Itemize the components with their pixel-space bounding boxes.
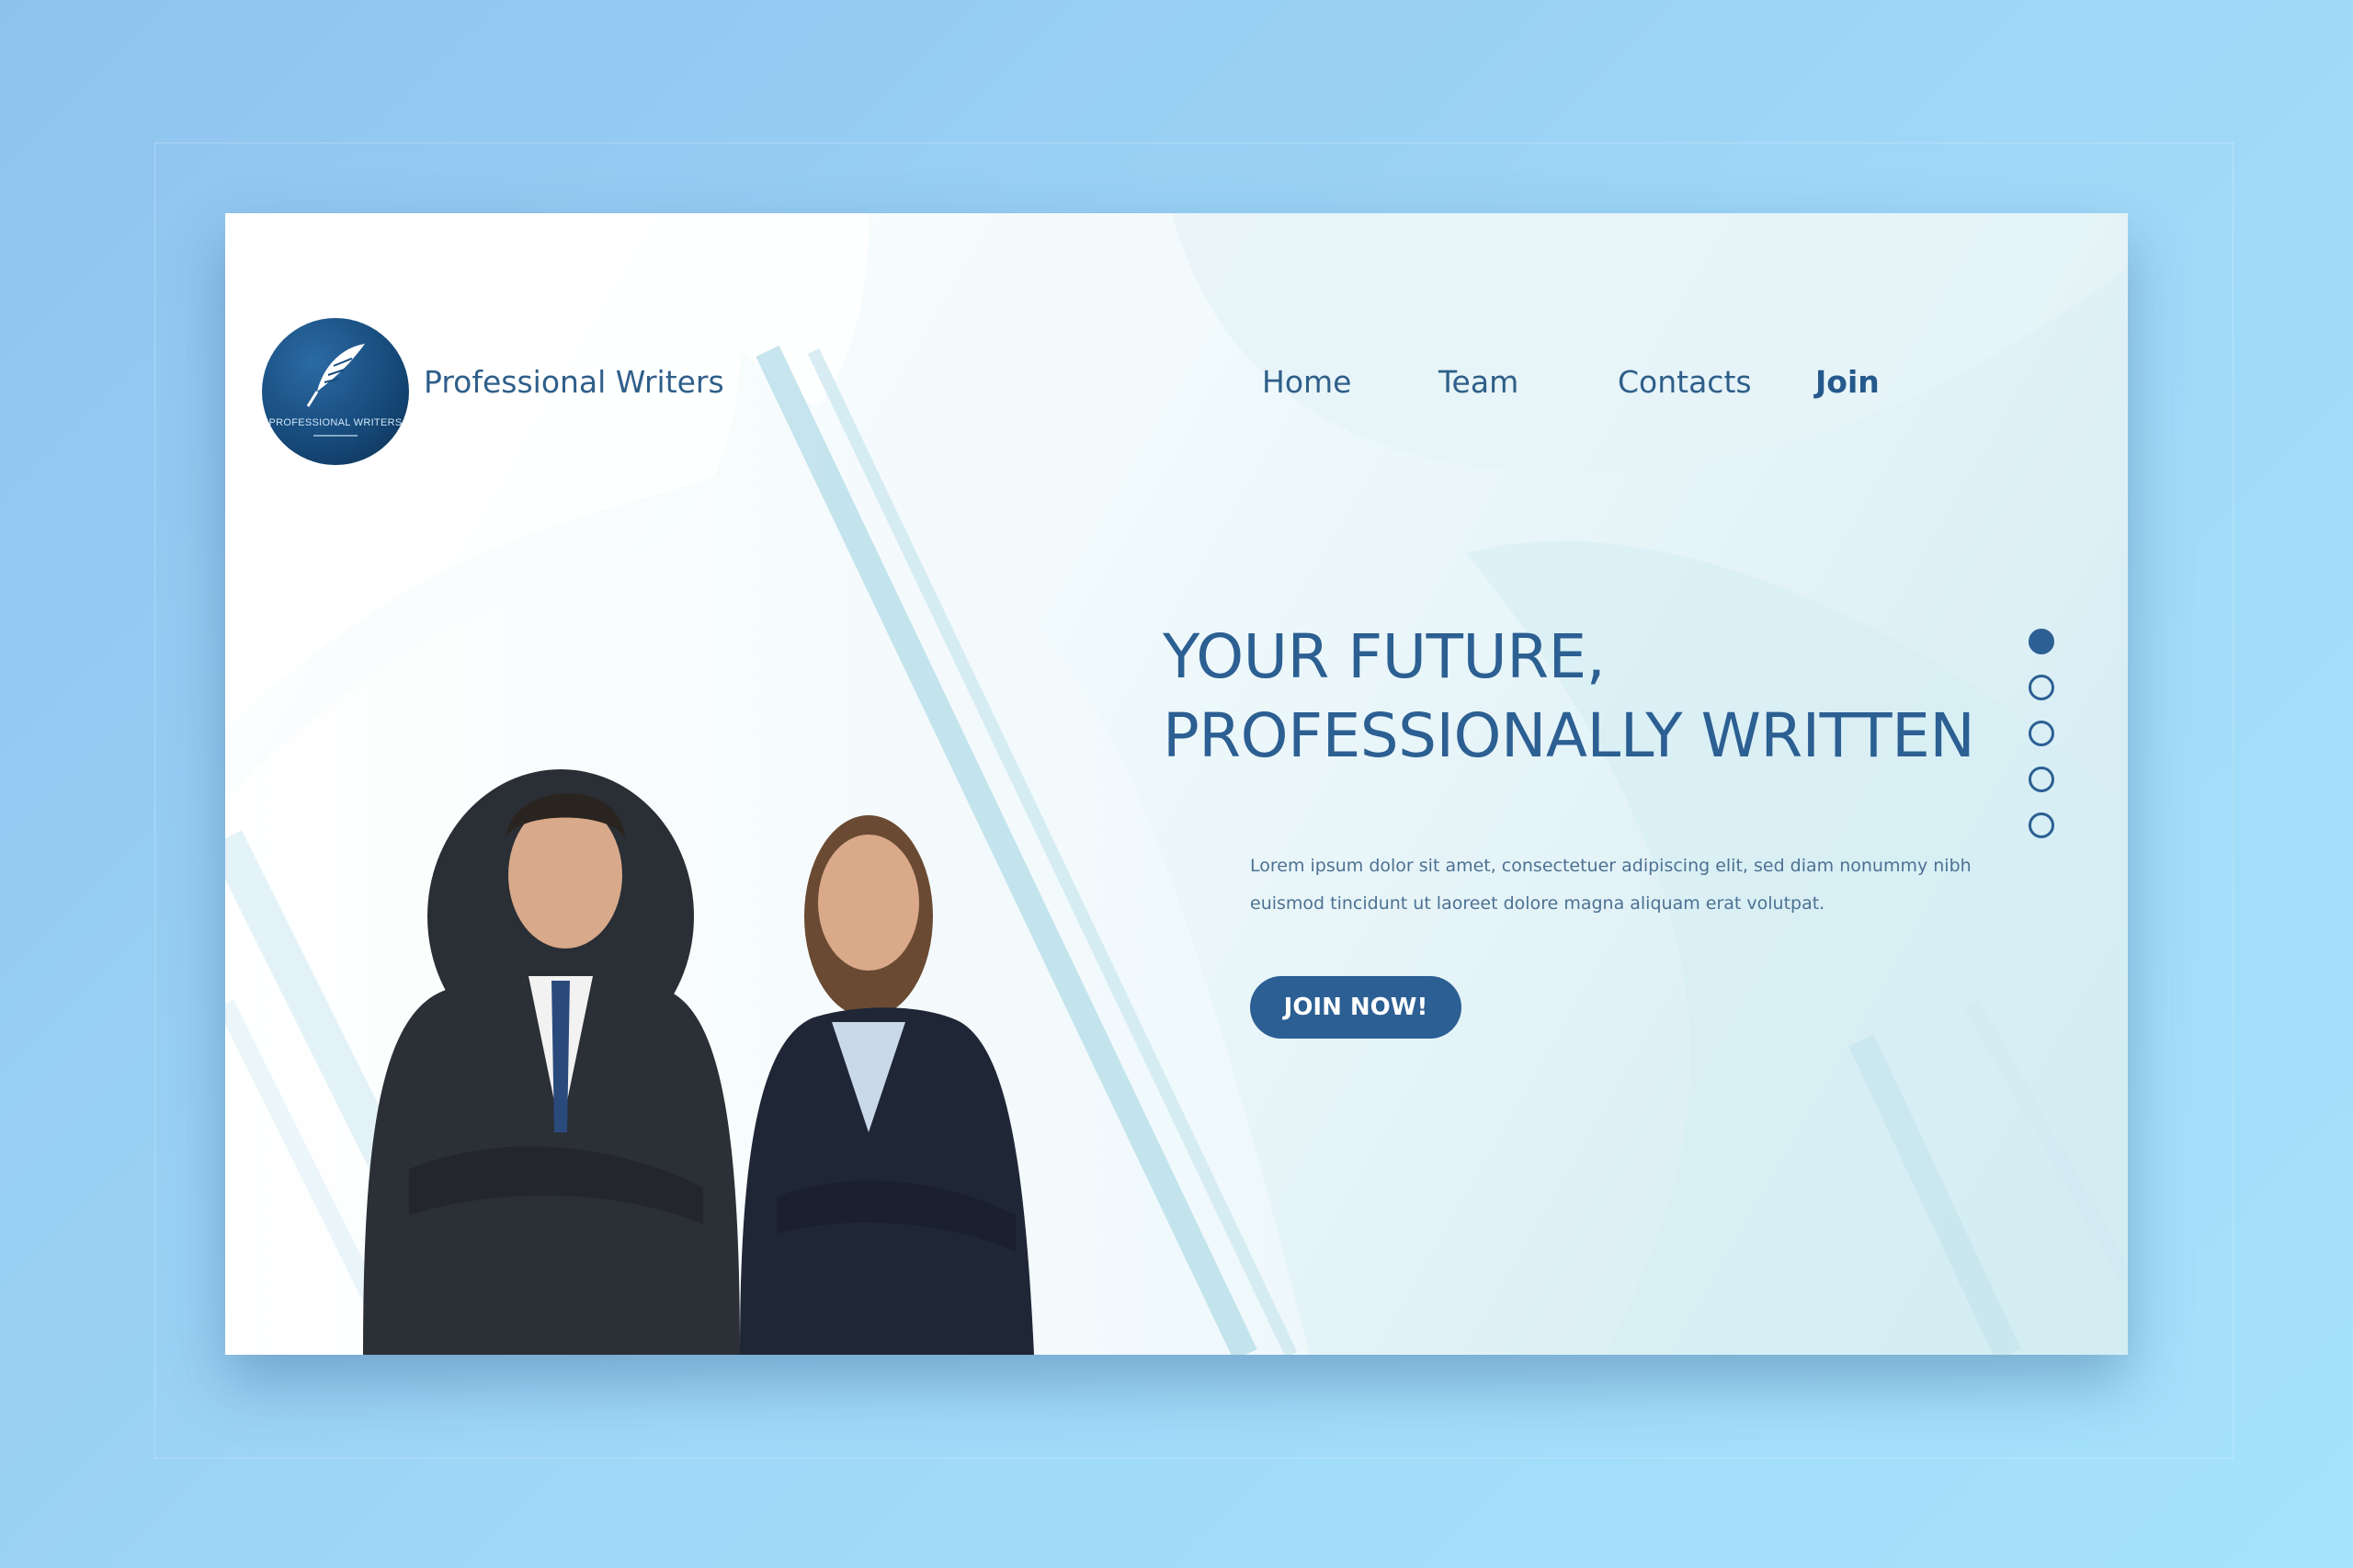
hero-description-line-1: Lorem ipsum dolor sit amet, consectetuer… xyxy=(1250,856,1972,876)
nav-item-contacts[interactable]: Contacts xyxy=(1618,364,1752,400)
logo[interactable]: PROFESSIONAL WRITERS xyxy=(262,318,409,465)
hero-title-line-2: PROFESSIONALLY WRITTEN xyxy=(1163,700,1975,771)
slide-pagination xyxy=(2029,629,2060,849)
pagination-dot-1[interactable] xyxy=(2029,629,2054,654)
logo-text: PROFESSIONAL WRITERS xyxy=(268,417,403,428)
nav-item-join[interactable]: Join xyxy=(1815,364,1880,400)
hero-title: YOUR FUTURE, PROFESSIONALLY WRITTEN xyxy=(1163,618,1975,776)
hero-title-line-1: YOUR FUTURE, xyxy=(1163,621,1606,692)
brand-name[interactable]: Professional Writers xyxy=(424,364,724,400)
feather-icon xyxy=(306,344,365,407)
hero-description-line-2: euismod tincidunt ut laoreet dolore magn… xyxy=(1250,893,1825,914)
nav-item-team[interactable]: Team xyxy=(1438,364,1518,400)
header: PROFESSIONAL WRITERS Professional Writer… xyxy=(225,213,2128,465)
join-now-button[interactable]: JOIN NOW! xyxy=(1250,976,1461,1039)
landing-page-card: PROFESSIONAL WRITERS Professional Writer… xyxy=(225,213,2128,1355)
hero-description: Lorem ipsum dolor sit amet, consectetuer… xyxy=(1250,847,2022,923)
nav-item-home[interactable]: Home xyxy=(1262,364,1351,400)
pagination-dot-4[interactable] xyxy=(2029,767,2054,792)
pagination-dot-2[interactable] xyxy=(2029,675,2054,700)
pagination-dot-3[interactable] xyxy=(2029,721,2054,746)
logo-divider xyxy=(313,435,358,437)
pagination-dot-5[interactable] xyxy=(2029,812,2054,838)
